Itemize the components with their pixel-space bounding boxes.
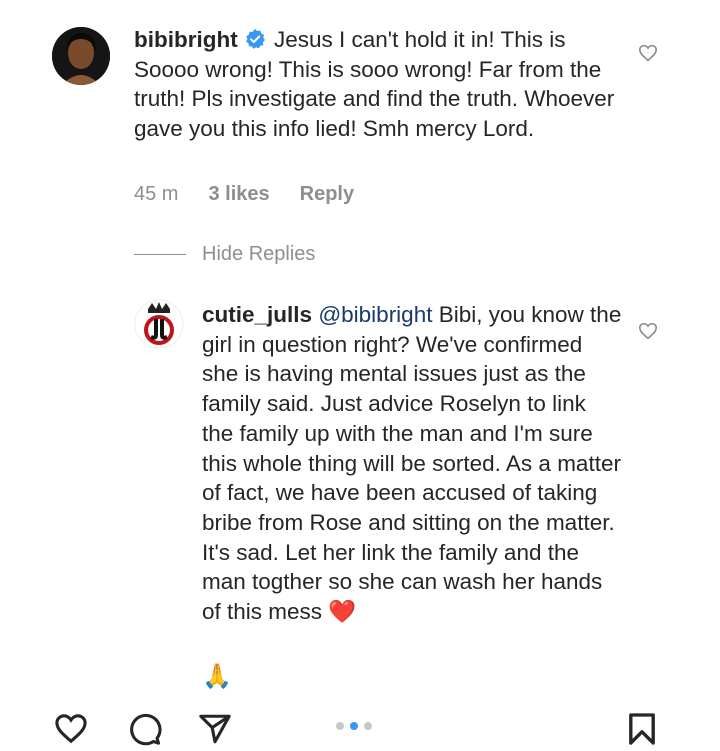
avatar[interactable] [52, 27, 110, 85]
comment-text: bibibright Jesus I can't hold it in! Thi… [134, 25, 619, 144]
comment-meta: 45 m 3 likes Reply [134, 183, 354, 206]
carousel-dot [336, 722, 344, 730]
carousel-dot-active [350, 722, 358, 730]
hide-replies-label: Hide Replies [202, 243, 316, 265]
timestamp: 45 m [134, 183, 179, 205]
heart-outline-icon[interactable] [638, 322, 658, 340]
hide-replies-button[interactable]: Hide Replies [134, 243, 315, 266]
comment-icon[interactable] [128, 712, 162, 751]
username[interactable]: bibibright [134, 27, 238, 52]
likes-count[interactable]: 3 likes [208, 183, 269, 206]
heart-outline-icon[interactable] [638, 44, 658, 62]
comment-body: Bibi, you know the girl in question righ… [202, 302, 622, 625]
pray-emoji: 🙏 [202, 663, 232, 690]
divider [134, 254, 186, 255]
comment-text: cutie_julls @bibibright Bibi, you know t… [202, 300, 622, 627]
avatar[interactable] [134, 299, 184, 349]
send-icon[interactable] [198, 712, 232, 751]
bookmark-icon[interactable] [628, 712, 656, 751]
carousel-dot [364, 722, 372, 730]
heart-outline-icon[interactable] [54, 713, 88, 749]
heart-emoji: ❤️ [328, 599, 357, 625]
verified-badge-icon [244, 28, 266, 50]
username[interactable]: cutie_julls [202, 302, 312, 327]
carousel-indicator [336, 722, 372, 730]
reply-button[interactable]: Reply [300, 183, 354, 206]
mention-link[interactable]: @bibibright [318, 302, 432, 327]
